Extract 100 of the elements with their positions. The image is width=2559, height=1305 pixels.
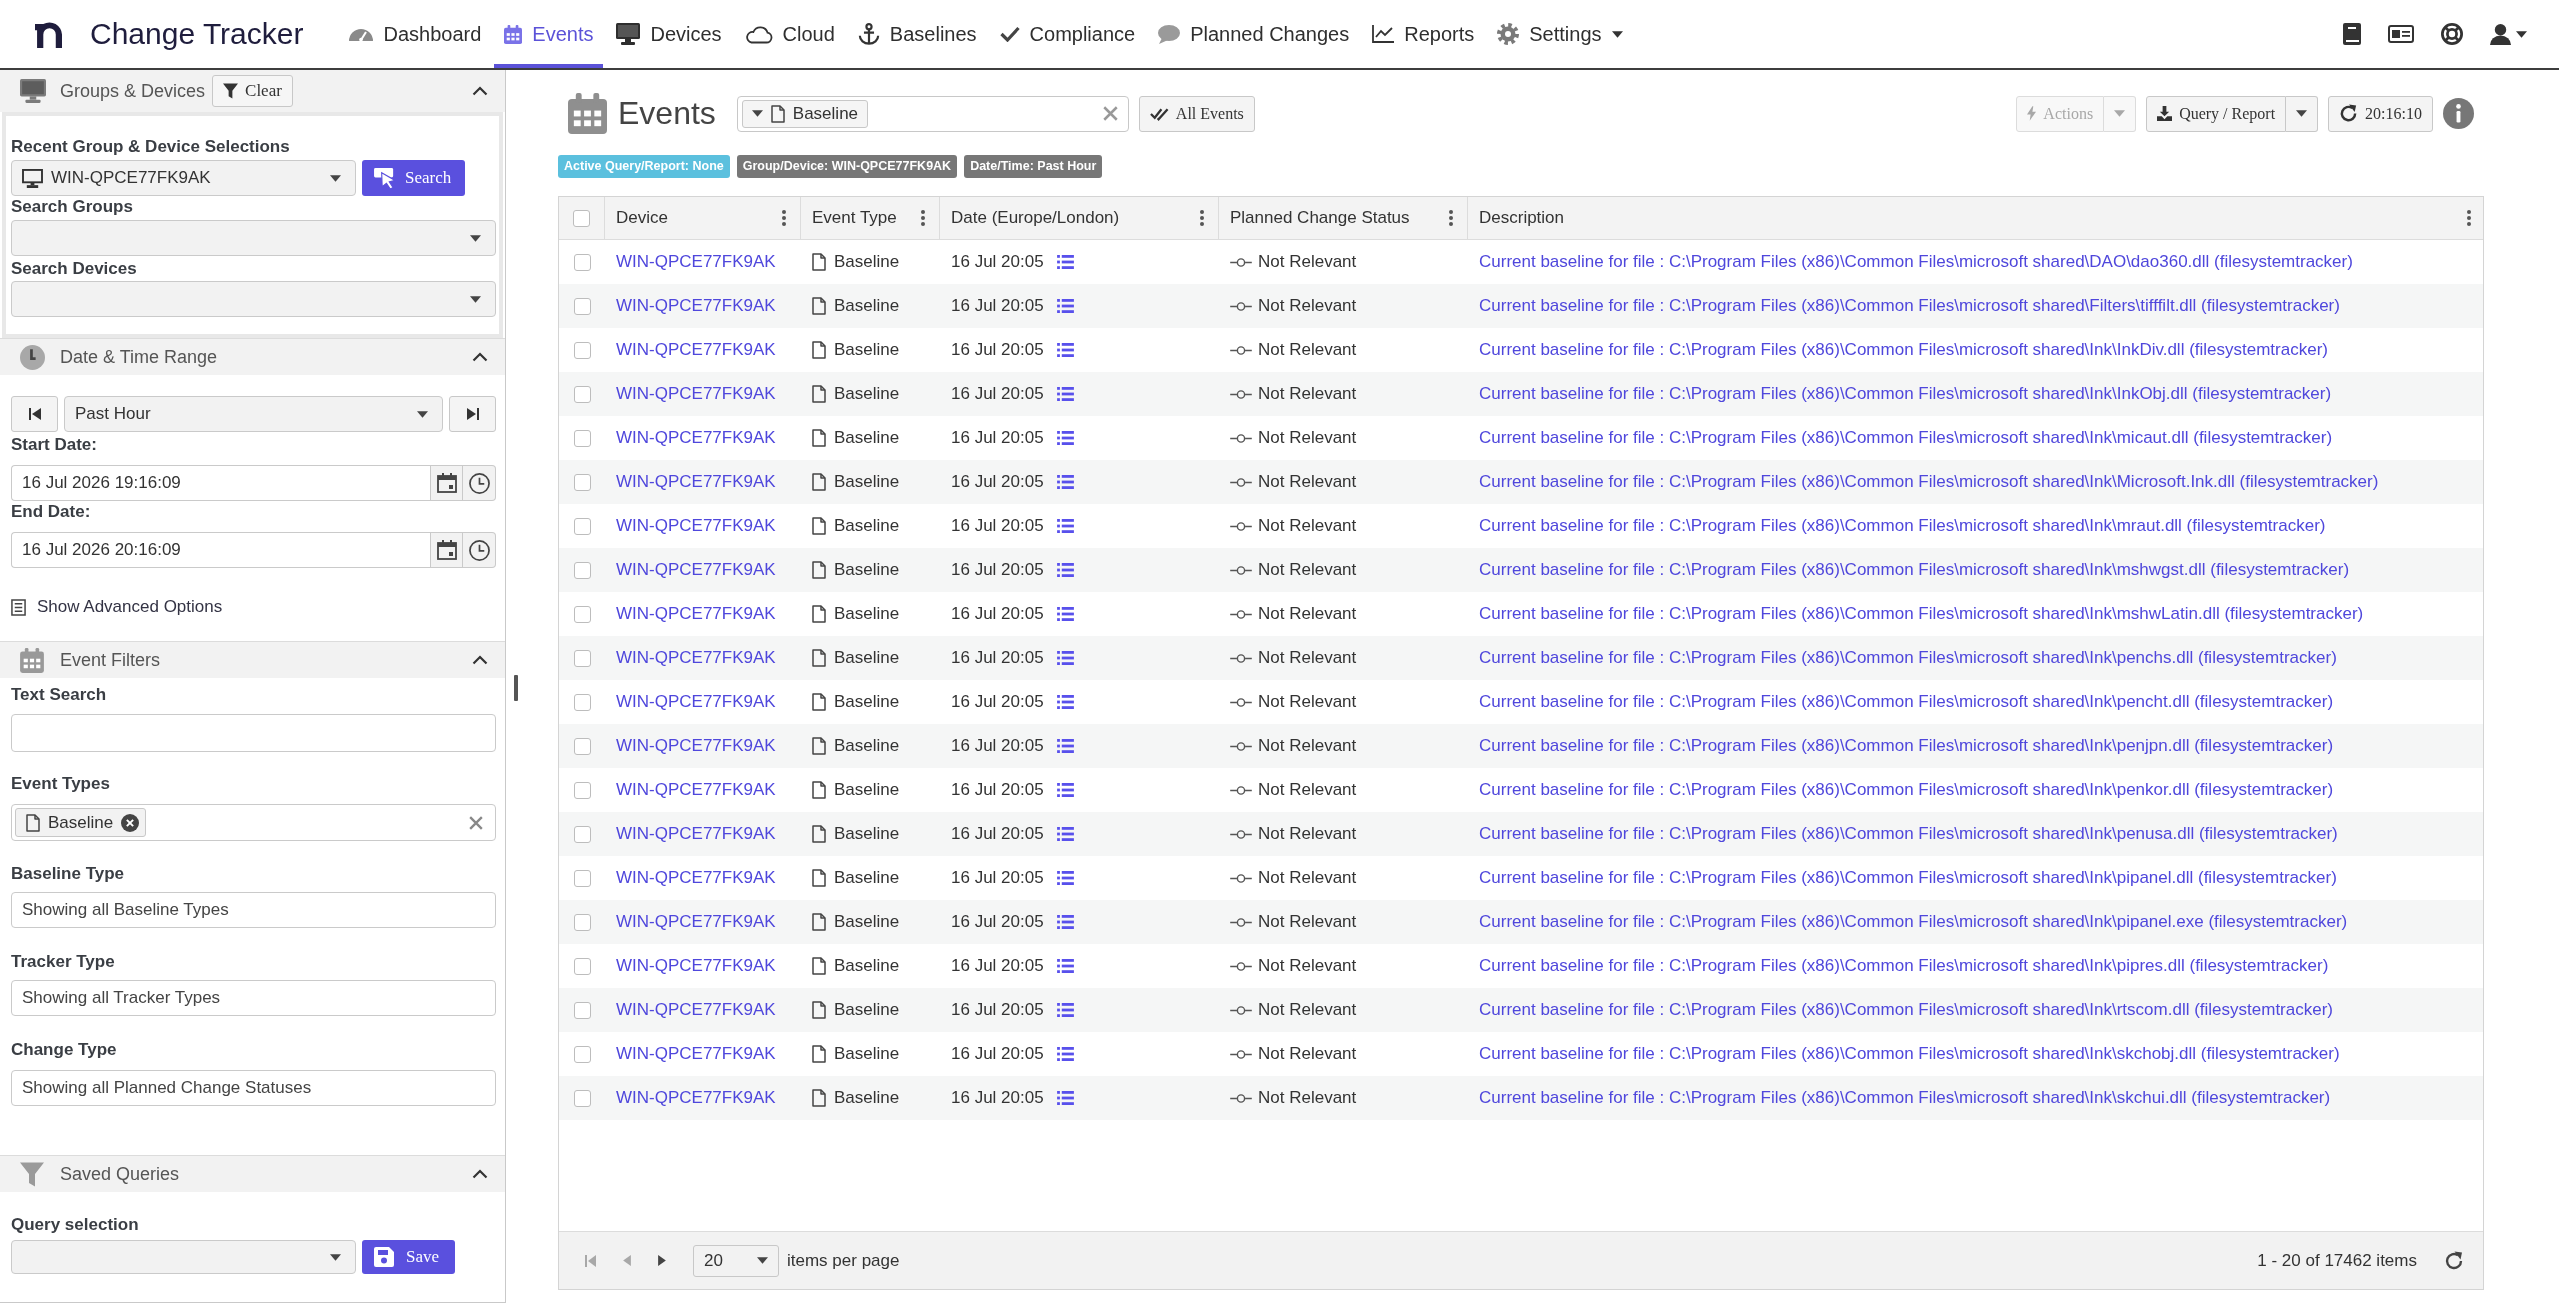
- column-header[interactable]: Date (Europe/London): [951, 208, 1120, 228]
- splitter-handle[interactable]: [514, 674, 518, 701]
- table-row[interactable]: WIN-QPCE77FK9AK Baseline 16 Jul 20:05 Not Relevant Current baseline for file : C:\Program Files (x86)\Common Files\microsoft shared\Ink\skchobj.dll (filesystemtracker): [559, 1032, 2483, 1076]
- all-events-button[interactable]: All Events: [1138, 95, 1255, 132]
- description-link[interactable]: Current baseline for file : C:\Program Files (x86)\Common Files\microsoft shared\Ink\skchobj.dll (filesystemtracker): [1479, 1044, 2340, 1064]
- chevron-up-icon[interactable]: [472, 352, 488, 362]
- description-link[interactable]: Current baseline for file : C:\Program Files (x86)\Common Files\microsoft shared\Ink\penusa.dll (filesystemtracker): [1479, 824, 2338, 844]
- description-link[interactable]: Current baseline for file : C:\Program Files (x86)\Common Files\microsoft shared\Ink\pipanel.dll (filesystemtracker): [1479, 868, 2337, 888]
- kebab-menu-icon[interactable]: [921, 210, 925, 226]
- description-link[interactable]: Current baseline for file : C:\Program Files (x86)\Common Files\microsoft shared\Ink\mraut.dll (filesystemtracker): [1479, 516, 2326, 536]
- previous-range-button[interactable]: [11, 396, 58, 432]
- list-icon[interactable]: [1056, 871, 1074, 885]
- list-icon[interactable]: [1056, 299, 1074, 313]
- device-link[interactable]: WIN-QPCE77FK9AK: [616, 780, 776, 800]
- next-page-icon[interactable]: [658, 1255, 666, 1266]
- device-link[interactable]: WIN-QPCE77FK9AK: [616, 648, 776, 668]
- refresh-icon[interactable]: [2444, 1250, 2464, 1271]
- list-icon[interactable]: [1056, 607, 1074, 621]
- list-icon[interactable]: [1056, 651, 1074, 665]
- row-checkbox[interactable]: [573, 605, 591, 623]
- clear-icon[interactable]: [1102, 106, 1118, 121]
- column-header[interactable]: Event Type: [812, 208, 897, 228]
- recent-selection-select[interactable]: WIN-QPCE77FK9AK: [11, 160, 356, 196]
- clear-button[interactable]: Clear: [212, 75, 293, 107]
- nav-tab[interactable]: Events: [494, 0, 604, 68]
- device-link[interactable]: WIN-QPCE77FK9AK: [616, 824, 776, 844]
- kebab-menu-icon[interactable]: [1449, 210, 1453, 226]
- row-checkbox[interactable]: [573, 693, 591, 711]
- description-link[interactable]: Current baseline for file : C:\Program Files (x86)\Common Files\microsoft shared\Ink\pipanel.exe (filesystemtracker): [1479, 912, 2348, 932]
- clear-icon[interactable]: [469, 815, 483, 830]
- section-header[interactable]: Groups & Devices Clear: [0, 70, 505, 112]
- list-icon[interactable]: [1056, 695, 1074, 709]
- row-checkbox[interactable]: [573, 737, 591, 755]
- list-icon[interactable]: [1056, 475, 1074, 489]
- list-icon[interactable]: [1056, 783, 1074, 797]
- description-link[interactable]: Current baseline for file : C:\Program Files (x86)\Common Files\microsoft shared\Ink\penchs.dll (filesystemtracker): [1479, 648, 2337, 668]
- description-link[interactable]: Current baseline for file : C:\Program Files (x86)\Common Files\microsoft shared\Ink\pencht.dll (filesystemtracker): [1479, 692, 2334, 712]
- device-link[interactable]: WIN-QPCE77FK9AK: [616, 384, 776, 404]
- save-button[interactable]: Save: [362, 1240, 456, 1274]
- remove-icon[interactable]: [121, 813, 140, 832]
- device-link[interactable]: WIN-QPCE77FK9AK: [616, 296, 776, 316]
- refresh-button[interactable]: 20:16:10: [2328, 95, 2433, 132]
- event-type-filter-field[interactable]: Baseline: [736, 95, 1129, 132]
- kebab-menu-icon[interactable]: [782, 210, 786, 226]
- device-link[interactable]: WIN-QPCE77FK9AK: [616, 692, 776, 712]
- nav-tab[interactable]: Dashboard: [339, 0, 492, 68]
- start-date-field[interactable]: 16 Jul 2026 19:16:09: [11, 465, 430, 501]
- row-checkbox[interactable]: [573, 429, 591, 447]
- filter-select-field[interactable]: Showing all Planned Change Statuses: [11, 1070, 496, 1106]
- description-link[interactable]: Current baseline for file : C:\Program Files (x86)\Common Files\microsoft shared\Ink\rtscom.dll (filesystemtracker): [1479, 1000, 2333, 1020]
- description-link[interactable]: Current baseline for file : C:\Program Files (x86)\Common Files\microsoft shared\Ink\pipres.dll (filesystemtracker): [1479, 956, 2329, 976]
- list-icon[interactable]: [1056, 387, 1074, 401]
- device-link[interactable]: WIN-QPCE77FK9AK: [616, 736, 776, 756]
- table-row[interactable]: WIN-QPCE77FK9AK Baseline 16 Jul 20:05 Not Relevant Current baseline for file : C:\Program Files (x86)\Common Files\microsoft shared\Ink\pipanel.dll (filesystemtracker): [559, 856, 2483, 900]
- device-link[interactable]: WIN-QPCE77FK9AK: [616, 516, 776, 536]
- row-checkbox[interactable]: [573, 869, 591, 887]
- column-header[interactable]: Description: [1479, 208, 1565, 228]
- device-link[interactable]: WIN-QPCE77FK9AK: [616, 252, 776, 272]
- page-size-select[interactable]: 20: [693, 1244, 779, 1277]
- lifebuoy-icon[interactable]: [2441, 23, 2463, 45]
- id-card-icon[interactable]: [2388, 25, 2414, 43]
- list-icon[interactable]: [1056, 959, 1074, 973]
- caret-icon[interactable]: [330, 1253, 341, 1261]
- event-type-chip[interactable]: Baseline: [741, 99, 869, 128]
- device-link[interactable]: WIN-QPCE77FK9AK: [616, 472, 776, 492]
- nav-tab[interactable]: Reports: [1362, 0, 1485, 68]
- device-link[interactable]: WIN-QPCE77FK9AK: [616, 560, 776, 580]
- section-header[interactable]: Event Filters: [0, 641, 505, 678]
- table-row[interactable]: WIN-QPCE77FK9AK Baseline 16 Jul 20:05 Not Relevant Current baseline for file : C:\Program Files (x86)\Common Files\microsoft shared\DAO\dao360.dll (filesystemtracker): [559, 240, 2483, 284]
- table-row[interactable]: WIN-QPCE77FK9AK Baseline 16 Jul 20:05 Not Relevant Current baseline for file : C:\Program Files (x86)\Common Files\microsoft shared\Ink\mshwgst.dll (filesystemtracker): [559, 548, 2483, 592]
- description-link[interactable]: Current baseline for file : C:\Program Files (x86)\Common Files\microsoft shared\Ink\skchui.dll (filesystemtracker): [1479, 1088, 2331, 1108]
- caret-icon[interactable]: [330, 174, 341, 182]
- device-link[interactable]: WIN-QPCE77FK9AK: [616, 428, 776, 448]
- description-link[interactable]: Current baseline for file : C:\Program Files (x86)\Common Files\microsoft shared\Ink\micaut.dll (filesystemtracker): [1479, 428, 2333, 448]
- nav-tab[interactable]: Planned Changes: [1148, 0, 1360, 68]
- device-link[interactable]: WIN-QPCE77FK9AK: [616, 956, 776, 976]
- section-header[interactable]: Date & Time Range: [0, 338, 505, 375]
- time-range-select[interactable]: Past Hour: [64, 396, 443, 432]
- caret-icon[interactable]: [470, 295, 481, 303]
- table-row[interactable]: WIN-QPCE77FK9AK Baseline 16 Jul 20:05 Not Relevant Current baseline for file : C:\Program Files (x86)\Common Files\microsoft shared\Ink\penusa.dll (filesystemtracker): [559, 812, 2483, 856]
- query-report-menu-button[interactable]: [2286, 95, 2319, 132]
- table-row[interactable]: WIN-QPCE77FK9AK Baseline 16 Jul 20:05 Not Relevant Current baseline for file : C:\Program Files (x86)\Common Files\microsoft shared\Ink\skchui.dll (filesystemtracker): [559, 1076, 2483, 1120]
- kebab-menu-icon[interactable]: [2467, 210, 2471, 226]
- device-link[interactable]: WIN-QPCE77FK9AK: [616, 868, 776, 888]
- list-icon[interactable]: [1056, 343, 1074, 357]
- description-link[interactable]: Current baseline for file : C:\Program Files (x86)\Common Files\microsoft shared\Ink\InkObj.dll (filesystemtracker): [1479, 384, 2332, 404]
- text-search-field[interactable]: [11, 714, 496, 752]
- row-checkbox[interactable]: [573, 825, 591, 843]
- list-icon[interactable]: [1056, 519, 1074, 533]
- chevron-up-icon[interactable]: [472, 1169, 488, 1179]
- advanced-options-link[interactable]: Show Advanced Options: [11, 597, 496, 617]
- device-link[interactable]: WIN-QPCE77FK9AK: [616, 1044, 776, 1064]
- info-icon[interactable]: [2443, 98, 2474, 129]
- row-checkbox[interactable]: [573, 517, 591, 535]
- device-link[interactable]: WIN-QPCE77FK9AK: [616, 912, 776, 932]
- table-row[interactable]: WIN-QPCE77FK9AK Baseline 16 Jul 20:05 Not Relevant Current baseline for file : C:\Program Files (x86)\Common Files\microsoft shared\Ink\mraut.dll (filesystemtracker): [559, 504, 2483, 548]
- row-checkbox[interactable]: [573, 781, 591, 799]
- row-checkbox[interactable]: [573, 649, 591, 667]
- table-row[interactable]: WIN-QPCE77FK9AK Baseline 16 Jul 20:05 Not Relevant Current baseline for file : C:\Program Files (x86)\Common Files\microsoft shared\Ink\mshwLatin.dll (filesystemtracker): [559, 592, 2483, 636]
- list-icon[interactable]: [1056, 739, 1074, 753]
